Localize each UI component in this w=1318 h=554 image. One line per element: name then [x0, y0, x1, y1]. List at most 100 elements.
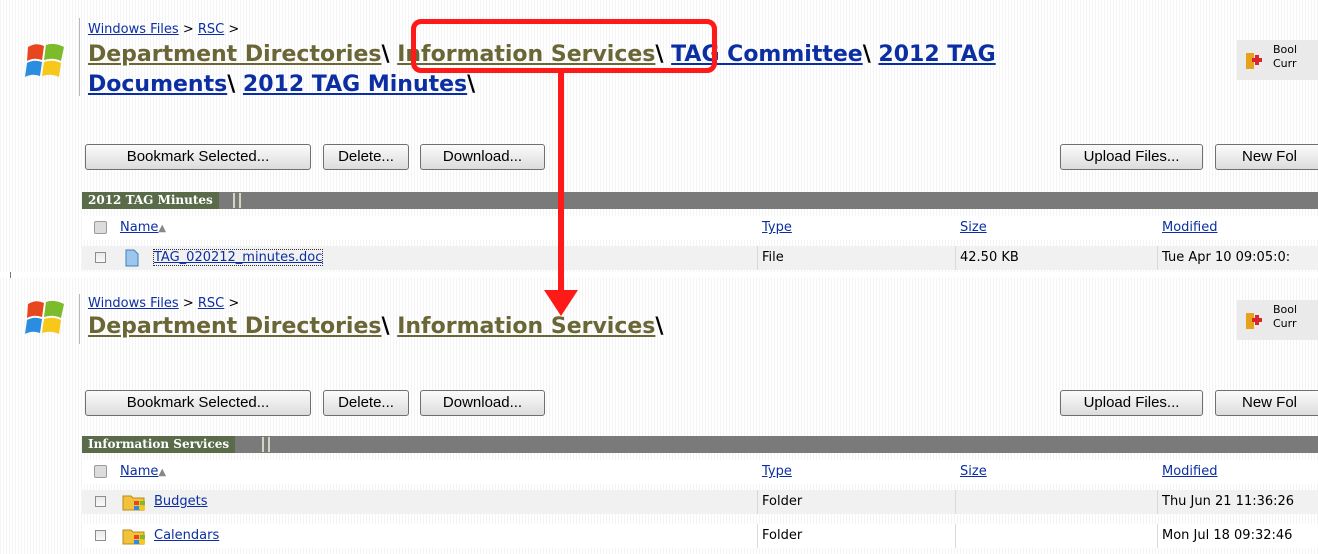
table-row[interactable]: TAG_020212_minutes.doc File 42.50 KB Tue…: [82, 246, 1318, 270]
title-edge: [239, 193, 241, 208]
bookmark-current-button[interactable]: Bool Curr: [1237, 300, 1318, 340]
size-header[interactable]: Size: [960, 216, 987, 240]
type-header[interactable]: Type: [762, 460, 792, 484]
file-name[interactable]: TAG_020212_minutes.doc: [152, 246, 324, 270]
path-department-directories[interactable]: Department Directories: [88, 42, 381, 67]
modified-header[interactable]: Modified: [1162, 460, 1217, 484]
download-button[interactable]: Download...: [420, 144, 545, 170]
path-sep: \: [381, 42, 390, 67]
breadcrumb-windows-files[interactable]: Windows Files: [88, 296, 179, 311]
name-header[interactable]: Name▲: [120, 216, 166, 240]
shared-folder-icon: [122, 529, 145, 545]
row-checkbox[interactable]: [95, 496, 106, 507]
breadcrumb-sep: >: [224, 22, 240, 37]
path-sep: \: [381, 314, 390, 339]
path-information-services[interactable]: Information Services: [397, 314, 655, 339]
upload-files-button[interactable]: Upload Files...: [1060, 144, 1203, 170]
table-title: 2012 TAG Minutes: [82, 192, 219, 209]
file-modified: Tue Apr 10 09:05:0:: [1162, 250, 1291, 265]
download-button[interactable]: Download...: [420, 390, 545, 416]
path-sep: \: [227, 72, 236, 97]
table-header: Name▲ Type Size Modified: [82, 460, 1318, 484]
bookmark-line1: Bool: [1273, 43, 1298, 56]
breadcrumb: Windows Files > RSC >: [88, 22, 239, 37]
breadcrumb: Windows Files > RSC >: [88, 296, 239, 311]
file-type: File: [762, 250, 784, 265]
folder-name[interactable]: Calendars: [154, 524, 219, 548]
bookmark-current-button[interactable]: Bool Curr: [1237, 40, 1318, 80]
new-folder-button[interactable]: New Fol: [1215, 144, 1318, 170]
breadcrumb-sep: >: [178, 22, 198, 37]
path-sep: \: [655, 314, 664, 339]
breadcrumb-sep: >: [178, 296, 198, 311]
modified-header-link[interactable]: Modified: [1162, 220, 1217, 235]
sort-asc-icon: ▲: [158, 223, 167, 234]
folder-modified: Mon Jul 18 09:32:46: [1162, 528, 1293, 543]
bookmark-add-icon: [1246, 313, 1262, 329]
file-size: 42.50 KB: [960, 250, 1019, 265]
upload-files-button[interactable]: Upload Files...: [1060, 390, 1203, 416]
table-row[interactable]: Budgets Folder Thu Jun 21 11:36:26: [82, 490, 1318, 514]
annotation-arrow-shaft: [558, 73, 564, 293]
name-header[interactable]: Name▲: [120, 460, 166, 484]
table-title-bar: Information Services: [82, 436, 1318, 453]
delete-button[interactable]: Delete...: [323, 144, 409, 170]
highlight-box: [411, 19, 717, 73]
path-department-directories[interactable]: Department Directories: [88, 314, 381, 339]
bookmark-line2: Curr: [1273, 57, 1297, 70]
breadcrumb-windows-files[interactable]: Windows Files: [88, 22, 179, 37]
windows-logo-icon: [25, 43, 64, 77]
folder-type: Folder: [762, 494, 803, 509]
size-header-link[interactable]: Size: [960, 464, 987, 479]
folder-name[interactable]: Budgets: [154, 490, 208, 514]
name-header-link[interactable]: Name: [120, 464, 158, 479]
sort-asc-icon: ▲: [158, 467, 167, 478]
document-icon: [125, 249, 139, 267]
col-sep: [1157, 524, 1158, 548]
folder-path-line1: Department Directories\ Information Serv…: [88, 313, 663, 341]
annotation-arrow-head: [544, 290, 578, 316]
shared-folder-icon: [122, 495, 145, 511]
modified-header-link[interactable]: Modified: [1162, 464, 1217, 479]
row-checkbox[interactable]: [95, 252, 106, 263]
folder-name-link[interactable]: Budgets: [154, 494, 208, 509]
breadcrumb-rsc[interactable]: RSC: [198, 22, 224, 37]
modified-header[interactable]: Modified: [1162, 216, 1217, 240]
path-sep: \: [862, 42, 871, 67]
row-checkbox[interactable]: [95, 530, 106, 541]
col-sep: [757, 524, 758, 548]
col-sep: [955, 524, 956, 548]
title-edge: [268, 437, 270, 452]
bottom-panel: Windows Files > RSC > Department Directo…: [0, 278, 1318, 554]
table-row[interactable]: Calendars Folder Mon Jul 18 09:32:46: [82, 524, 1318, 548]
path-documents[interactable]: Documents: [88, 72, 227, 97]
select-all-checkbox[interactable]: [94, 465, 107, 478]
path-2012-tag-minutes[interactable]: 2012 TAG Minutes: [243, 72, 467, 97]
bookmark-selected-button[interactable]: Bookmark Selected...: [85, 390, 311, 416]
bookmark-add-icon: [1246, 53, 1262, 69]
folder-name-link[interactable]: Calendars: [154, 528, 219, 543]
type-header-link[interactable]: Type: [762, 220, 792, 235]
title-edge: [262, 437, 264, 452]
size-header-link[interactable]: Size: [960, 220, 987, 235]
type-header[interactable]: Type: [762, 216, 792, 240]
path-sep: \: [467, 72, 476, 97]
path-2012-tag[interactable]: 2012 TAG: [878, 42, 995, 67]
new-folder-button[interactable]: New Fol: [1215, 390, 1318, 416]
title-edge: [233, 193, 235, 208]
table-title-bar: 2012 TAG Minutes: [82, 192, 1318, 209]
delete-button[interactable]: Delete...: [323, 390, 409, 416]
bookmark-line2: Curr: [1273, 317, 1297, 330]
file-name-link[interactable]: TAG_020212_minutes.doc: [152, 249, 324, 266]
breadcrumb-sep: >: [224, 296, 240, 311]
name-header-link[interactable]: Name: [120, 220, 158, 235]
size-header[interactable]: Size: [960, 460, 987, 484]
type-header-link[interactable]: Type: [762, 464, 792, 479]
col-sep: [955, 246, 956, 270]
col-sep: [757, 490, 758, 514]
windows-logo-icon: [25, 300, 64, 334]
bookmark-selected-button[interactable]: Bookmark Selected...: [85, 144, 311, 170]
select-all-checkbox[interactable]: [94, 221, 107, 234]
bookmark-line1: Bool: [1273, 303, 1298, 316]
breadcrumb-rsc[interactable]: RSC: [198, 296, 224, 311]
